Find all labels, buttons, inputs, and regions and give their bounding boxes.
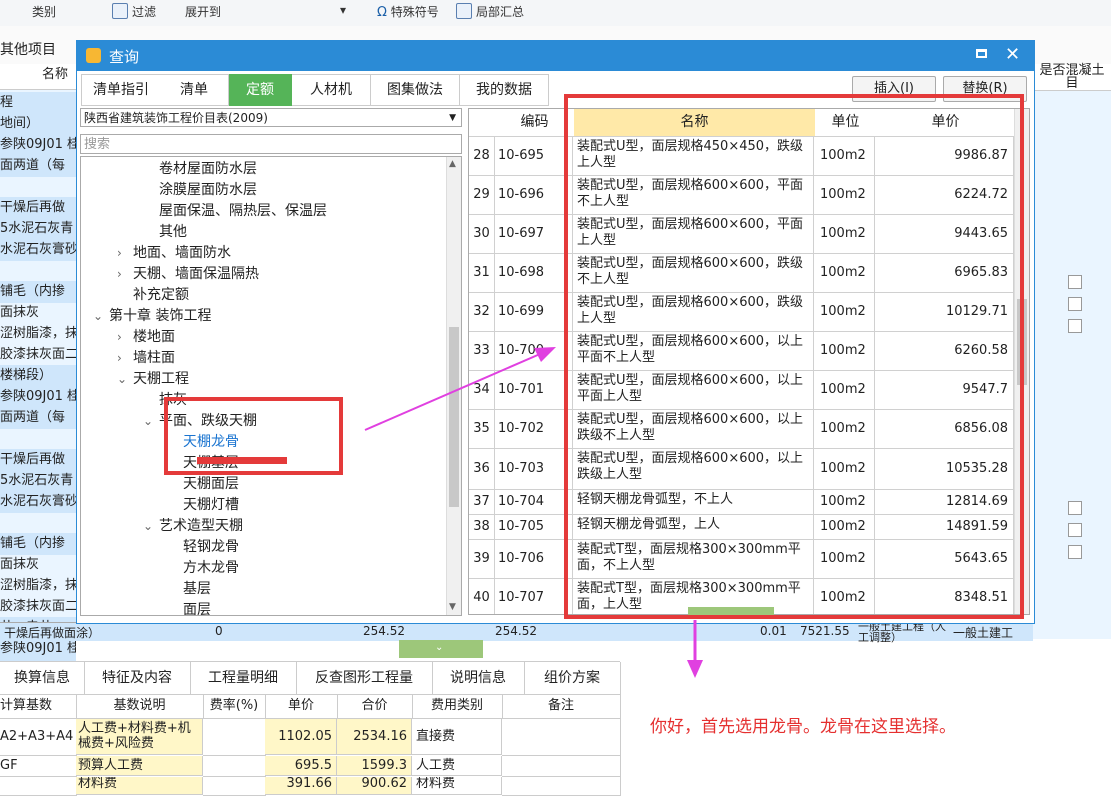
annotation-arrows: [364, 347, 703, 678]
arrow-head: [687, 660, 703, 678]
arrow-line: [364, 353, 541, 431]
arrow-head: [534, 347, 556, 362]
